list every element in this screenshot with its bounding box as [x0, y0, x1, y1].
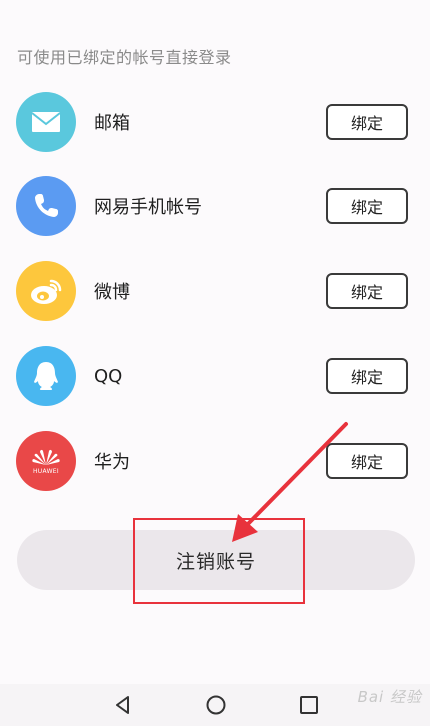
account-row-mail: 邮箱 绑定 — [16, 91, 408, 153]
mail-icon — [16, 92, 76, 152]
huawei-logo-text: HUAWEI — [33, 468, 59, 475]
account-label: 网易手机帐号 — [94, 197, 202, 218]
recents-icon[interactable] — [298, 694, 320, 716]
qq-icon — [16, 346, 76, 406]
bind-mail-button[interactable]: 绑定 — [326, 104, 408, 140]
weibo-icon — [16, 261, 76, 321]
account-row-qq: QQ 绑定 — [16, 345, 408, 407]
watermark: Bai 经验 — [357, 688, 422, 706]
bind-qq-button[interactable]: 绑定 — [326, 358, 408, 394]
account-label: 华为 — [94, 452, 130, 473]
back-icon[interactable] — [112, 694, 134, 716]
account-label: 邮箱 — [94, 113, 130, 134]
phone-icon — [16, 176, 76, 236]
account-label: 微博 — [94, 282, 130, 303]
home-icon[interactable] — [205, 694, 227, 716]
account-label: QQ — [94, 365, 123, 387]
logout-button[interactable]: 注销账号 — [17, 530, 415, 590]
account-row-weibo: 微博 绑定 — [16, 260, 408, 322]
account-row-phone: 网易手机帐号 绑定 — [16, 175, 408, 237]
account-row-huawei: HUAWEI 华为 绑定 — [16, 430, 408, 492]
huawei-icon: HUAWEI — [16, 431, 76, 491]
bind-weibo-button[interactable]: 绑定 — [326, 273, 408, 309]
bound-accounts-hint: 可使用已绑定的帐号直接登录 — [17, 48, 232, 67]
bind-huawei-button[interactable]: 绑定 — [326, 443, 408, 479]
bind-phone-button[interactable]: 绑定 — [326, 188, 408, 224]
